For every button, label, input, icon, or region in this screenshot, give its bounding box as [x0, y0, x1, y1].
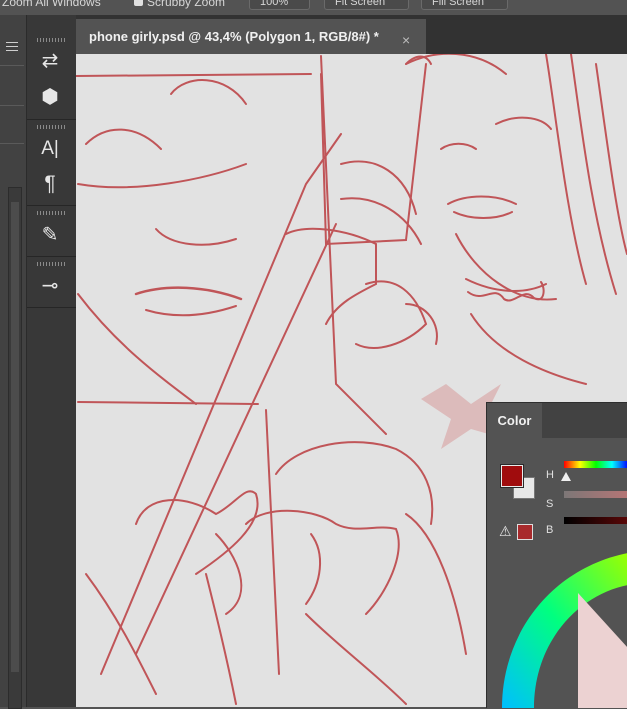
sketch-finger: [340, 160, 417, 215]
brightness-label: B: [546, 524, 554, 536]
foreground-color-swatch[interactable]: [500, 464, 524, 488]
sketch-line: [265, 409, 280, 675]
fill-screen-button[interactable]: Fill Screen: [421, 0, 508, 10]
sketch-hair: [405, 54, 507, 75]
scrollbar[interactable]: [8, 187, 22, 709]
checkbox-icon: [134, 0, 143, 6]
tools-panel-strip: ››: [0, 15, 37, 709]
document-title: phone girly.psd @ 43,4% (Polygon 1, RGB/…: [89, 29, 379, 44]
divider: [0, 65, 24, 66]
divider: [27, 119, 76, 120]
saturation-slider[interactable]: [564, 491, 627, 498]
sketch-line: [205, 573, 237, 705]
sketch-line: [77, 401, 259, 405]
character-icon[interactable]: A|: [35, 135, 65, 163]
sketch-lips: [134, 286, 243, 301]
hue-slider[interactable]: [564, 461, 627, 468]
options-bar: Zoom All Windows Scrubby Zoom 100% Fit S…: [0, 0, 627, 15]
scrubby-zoom-checkbox[interactable]: Scrubby Zoom: [134, 0, 225, 9]
sketch-bow: [135, 490, 259, 575]
sketch-line: [77, 163, 247, 189]
warning-icon: ⚠: [499, 523, 512, 539]
saturation-label: S: [546, 498, 554, 510]
sketch-hair: [595, 63, 627, 255]
hue-slider-thumb[interactable]: [561, 472, 571, 481]
sketch-bow: [305, 533, 322, 605]
sketch-line: [470, 313, 587, 385]
sketch-lips: [453, 211, 513, 219]
scrollbar-thumb[interactable]: [11, 202, 19, 672]
color-wheel[interactable]: [502, 553, 627, 708]
sketch-jaw: [77, 293, 197, 405]
divider: [27, 307, 76, 308]
sketch-bow: [215, 533, 243, 615]
sketch-hand: [355, 280, 428, 349]
panel-dock: ⇄ ⬢ A| ¶ ✎ ⊸: [26, 15, 76, 707]
sketch-lips: [447, 195, 517, 205]
tab-color[interactable]: Color: [487, 403, 542, 438]
color-panel-header: Color: [487, 403, 627, 438]
tool-menu-icon[interactable]: [6, 42, 18, 51]
dock-grip[interactable]: [37, 125, 65, 129]
zoom-100-button[interactable]: 100%: [249, 0, 310, 10]
adjust-icon[interactable]: ⊸: [35, 272, 65, 300]
history-icon[interactable]: ⇄: [35, 47, 65, 75]
divider: [27, 205, 76, 206]
web-safe-swatch[interactable]: [517, 524, 533, 540]
sketch-phone: [320, 63, 427, 246]
sketch-hair: [545, 54, 587, 285]
sketch-line: [405, 513, 467, 655]
document-tab-bar: phone girly.psd @ 43,4% (Polygon 1, RGB/…: [76, 15, 627, 54]
document-tab[interactable]: phone girly.psd @ 43,4% (Polygon 1, RGB/…: [76, 19, 426, 54]
sketch-eye: [495, 116, 552, 130]
3d-icon[interactable]: ⬢: [35, 83, 65, 111]
color-panel: Color ⚠ H S B: [486, 402, 627, 708]
sketch-nose: [155, 228, 237, 246]
sketch-lips: [145, 305, 237, 317]
divider: [0, 143, 24, 144]
brush-settings-icon[interactable]: ✎: [35, 221, 65, 249]
divider: [27, 256, 76, 257]
divider: [0, 105, 24, 106]
paragraph-icon[interactable]: ¶: [35, 170, 65, 198]
sketch-eye: [85, 128, 162, 150]
dock-grip[interactable]: [37, 211, 65, 215]
close-icon[interactable]: ×: [402, 23, 410, 58]
sketch-bow: [245, 509, 400, 615]
dock-grip[interactable]: [37, 262, 65, 266]
zoom-all-windows-checkbox-label[interactable]: Zoom All Windows: [2, 0, 101, 9]
sketch-hair: [570, 54, 617, 295]
brightness-slider[interactable]: [564, 517, 627, 524]
dock-grip[interactable]: [37, 38, 65, 42]
sketch-eyebrow: [170, 79, 247, 105]
sketch-finger: [405, 303, 438, 345]
fit-screen-button[interactable]: Fit Screen: [324, 0, 409, 10]
hue-label: H: [546, 469, 554, 481]
scrubby-zoom-label: Scrubby Zoom: [147, 0, 226, 9]
sketch-line: [305, 613, 407, 705]
sketch-line: [76, 73, 312, 77]
sketch-eye: [440, 142, 477, 150]
